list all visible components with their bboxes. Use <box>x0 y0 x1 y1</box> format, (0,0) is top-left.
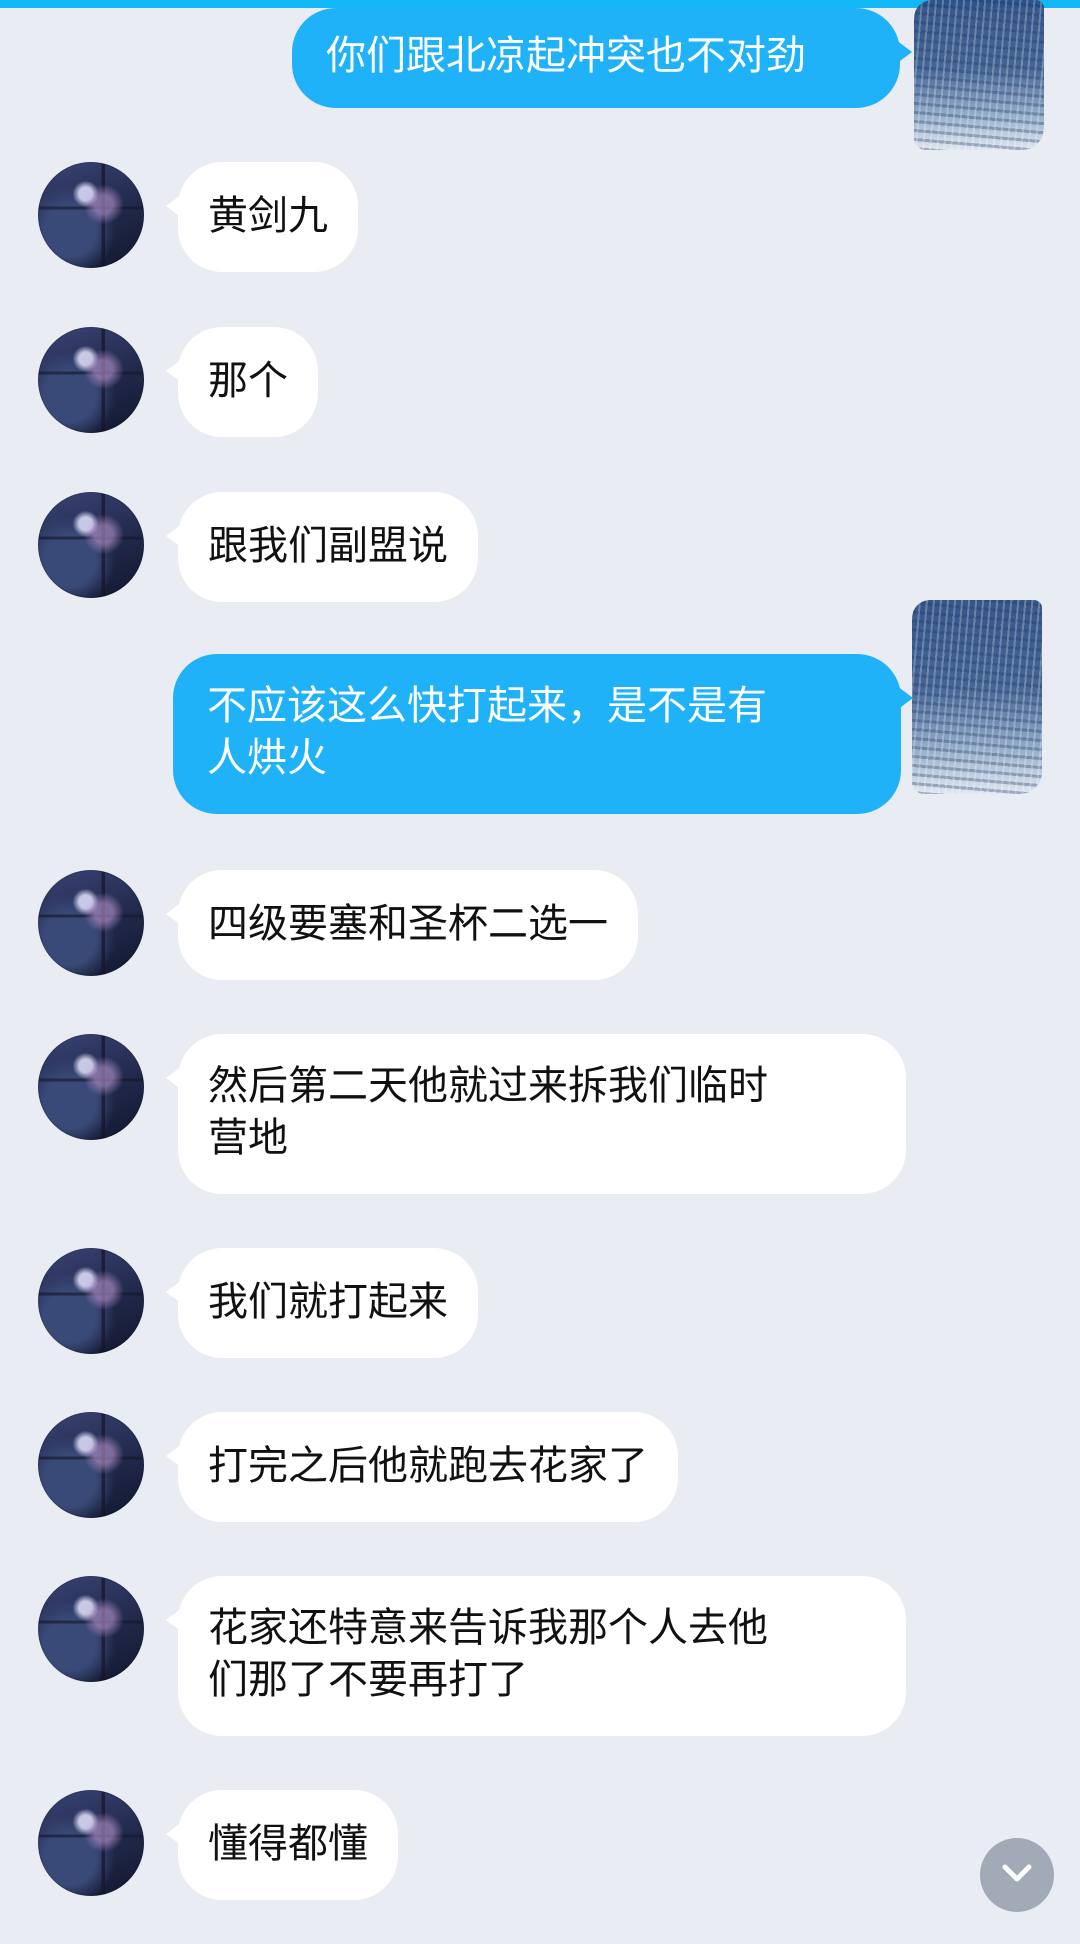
contact-avatar[interactable] <box>38 870 144 976</box>
scroll-to-bottom-button[interactable] <box>980 1838 1054 1912</box>
incoming-message-bubble[interactable]: 我们就打起来 <box>166 1248 478 1358</box>
contact-avatar[interactable] <box>38 1248 144 1354</box>
self-avatar[interactable] <box>912 600 1042 794</box>
outgoing-message-bubble[interactable]: 你们跟北凉起冲突也不对劲 <box>292 8 912 108</box>
contact-avatar[interactable] <box>38 327 144 433</box>
incoming-message-bubble[interactable]: 黄剑九 <box>166 162 358 272</box>
incoming-message-bubble[interactable]: 懂得都懂 <box>166 1790 398 1900</box>
incoming-message-bubble[interactable]: 然后第二天他就过来拆我们临时 营地 <box>166 1034 906 1194</box>
contact-avatar[interactable] <box>38 492 144 598</box>
contact-avatar[interactable] <box>38 162 144 268</box>
contact-avatar[interactable] <box>38 1576 144 1682</box>
contact-avatar[interactable] <box>38 1412 144 1518</box>
chevron-down-icon <box>997 1853 1037 1897</box>
contact-avatar[interactable] <box>38 1790 144 1896</box>
contact-avatar[interactable] <box>38 1034 144 1140</box>
incoming-message-bubble[interactable]: 四级要塞和圣杯二选一 <box>166 870 638 980</box>
self-avatar[interactable] <box>914 0 1044 150</box>
outgoing-message-bubble[interactable]: 不应该这么快打起来，是不是有 人烘火 <box>173 654 913 814</box>
incoming-message-bubble[interactable]: 跟我们副盟说 <box>166 492 478 602</box>
incoming-message-bubble[interactable]: 打完之后他就跑去花家了 <box>166 1412 678 1522</box>
chat-screen: 你们跟北凉起冲突也不对劲 黄剑九 那个 跟我们副盟说 不应该这么快打起来，是不是… <box>0 0 1080 1944</box>
incoming-message-bubble[interactable]: 那个 <box>166 327 318 437</box>
incoming-message-bubble[interactable]: 花家还特意来告诉我那个人去他 们那了不要再打了 <box>166 1576 906 1736</box>
